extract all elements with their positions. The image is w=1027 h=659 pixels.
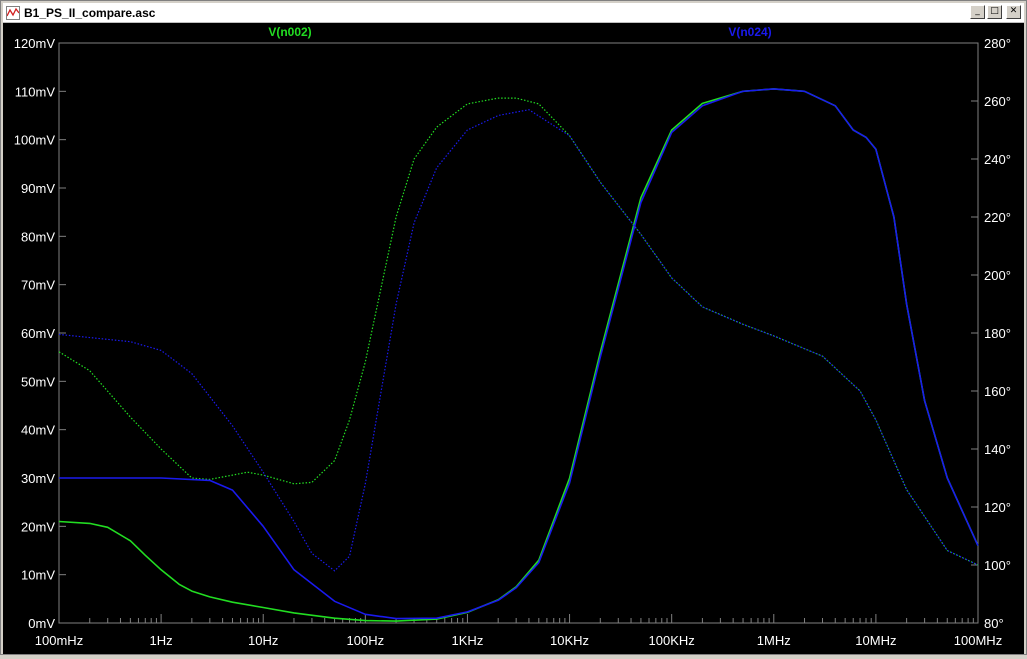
x-tick-label: 100KHz [649,633,695,648]
maximize-icon: □ [990,6,999,16]
y-left-tick-label: 10mV [21,568,55,583]
y-left-tick-label: 80mV [21,229,55,244]
x-tick-label: 100MHz [954,633,1002,648]
x-tick-label: 1KHz [452,633,484,648]
y-left-tick-label: 40mV [21,423,55,438]
x-tick-label: 100Hz [347,633,385,648]
y-right-tick-label: 200° [984,268,1011,283]
series-V(n024)-magnitude-line [59,88,979,620]
close-button[interactable]: ✕ [1006,5,1021,19]
plot-frame [58,42,979,624]
y-left-tick-label: 110mV [15,84,56,99]
y-left-tick-label: 20mV [21,519,55,534]
y-left-tick-label: 70mV [21,278,55,293]
plot-area[interactable]: 100mHz 1Hz 10Hz 100Hz 1KHz 10KHz 100KHz 1MHz 10M… [3,23,1024,654]
y-right-tick-label: 120° [984,500,1011,515]
y-right-tick-label: 280° [984,36,1011,51]
y-left-tick-label: 120mV [14,36,56,51]
y-right-tick-label: 220° [984,210,1011,225]
minimize-button[interactable]: _ [970,5,985,19]
y-left-tick-label: 100mV [14,133,56,148]
legend-V(n002): V(n002) [268,25,311,39]
y-right-tick-label: 260° [984,94,1011,109]
x-tick-label: 10Hz [248,633,278,648]
x-tick-label: 1MHz [757,633,791,648]
y-right-tick-label: 80° [984,616,1004,631]
title-bar[interactable]: B1_PS_II_compare.asc _ □ ✕ [3,3,1024,23]
x-tick-label: 10KHz [550,633,589,648]
maximize-button[interactable]: □ [987,5,1002,19]
window-title: B1_PS_II_compare.asc [24,5,156,20]
window-controls: _ □ ✕ [970,5,1021,19]
y-left-tick-label: 30mV [21,471,55,486]
plot-window: B1_PS_II_compare.asc _ □ ✕ 100mHz 1Hz 10Hz… [0,0,1027,655]
series-V(n002)-phase-line [58,97,979,566]
close-icon: ✕ [1009,6,1018,16]
y-right-tick-label: 100° [984,558,1011,573]
y-right-tick-label: 140° [984,442,1011,457]
x-tick-label: 1Hz [150,633,173,648]
y-right-tick-label: 160° [984,384,1011,399]
x-tick-label: 100mHz [35,633,83,648]
y-left-tick-label: 90mV [21,181,55,196]
legend-V(n024): V(n024) [728,25,771,39]
x-tick-label: 10MHz [855,633,896,648]
series-V(n024)-phase-line [58,109,979,572]
bode-plot[interactable]: 100mHz 1Hz 10Hz 100Hz 1KHz 10KHz 100KHz 1MHz 10M… [3,23,1024,654]
series-V(n002)-magnitude-line [58,88,979,622]
y-left-tick-label: 60mV [21,326,55,341]
minimize-icon: _ [975,6,980,16]
y-left-tick-label: 50mV [21,374,55,389]
y-right-tick-label: 180° [984,326,1011,341]
y-left-tick-label: 0mV [28,616,55,631]
waveform-icon [6,5,20,20]
y-right-tick-label: 240° [984,152,1011,167]
